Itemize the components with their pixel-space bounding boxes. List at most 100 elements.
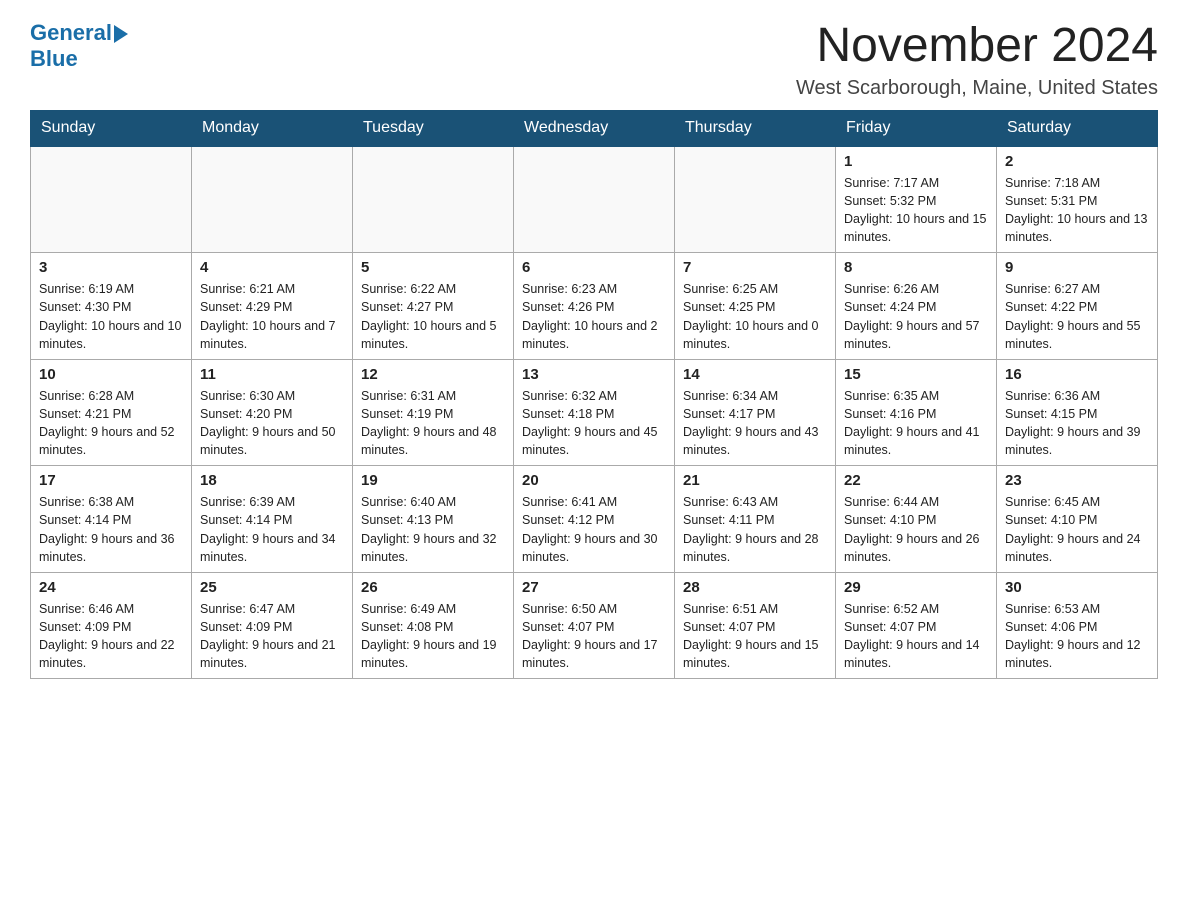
calendar-header-row: SundayMondayTuesdayWednesdayThursdayFrid… <box>31 110 1158 146</box>
page-header: General Blue November 2024 West Scarboro… <box>30 20 1158 100</box>
day-info: Sunrise: 6:35 AM Sunset: 4:16 PM Dayligh… <box>844 387 988 460</box>
day-info: Sunrise: 7:17 AM Sunset: 5:32 PM Dayligh… <box>844 174 988 247</box>
day-number: 20 <box>522 472 666 489</box>
calendar-cell: 25 Sunrise: 6:47 AM Sunset: 4:09 PM Dayli… <box>192 572 353 679</box>
day-number: 10 <box>39 366 183 383</box>
calendar-cell: 2 Sunrise: 7:18 AM Sunset: 5:31 PM Daylig… <box>997 146 1158 253</box>
calendar-cell: 6 Sunrise: 6:23 AM Sunset: 4:26 PM Daylig… <box>514 253 675 360</box>
day-number: 12 <box>361 366 505 383</box>
day-info: Sunrise: 6:38 AM Sunset: 4:14 PM Dayligh… <box>39 493 183 566</box>
day-number: 25 <box>200 579 344 596</box>
day-info: Sunrise: 6:44 AM Sunset: 4:10 PM Dayligh… <box>844 493 988 566</box>
day-info: Sunrise: 6:43 AM Sunset: 4:11 PM Dayligh… <box>683 493 827 566</box>
calendar-cell: 29 Sunrise: 6:52 AM Sunset: 4:07 PM Dayli… <box>836 572 997 679</box>
day-number: 28 <box>683 579 827 596</box>
calendar-cell: 27Sunrise: 6:50 AM Sunset: 4:07 PM Dayli… <box>514 572 675 679</box>
calendar-cell: 12 Sunrise: 6:31 AM Sunset: 4:19 PM Dayli… <box>353 359 514 466</box>
day-info: Sunrise: 6:45 AM Sunset: 4:10 PM Dayligh… <box>1005 493 1149 566</box>
day-number: 16 <box>1005 366 1149 383</box>
calendar-cell: 4Sunrise: 6:21 AM Sunset: 4:29 PM Daylig… <box>192 253 353 360</box>
day-number: 3 <box>39 259 183 276</box>
day-number: 14 <box>683 366 827 383</box>
calendar-cell: 20Sunrise: 6:41 AM Sunset: 4:12 PM Dayli… <box>514 466 675 573</box>
calendar-table: SundayMondayTuesdayWednesdayThursdayFrid… <box>30 110 1158 680</box>
calendar-cell: 7 Sunrise: 6:25 AM Sunset: 4:25 PM Daylig… <box>675 253 836 360</box>
day-number: 5 <box>361 259 505 276</box>
day-number: 8 <box>844 259 988 276</box>
calendar-cell: 30Sunrise: 6:53 AM Sunset: 4:06 PM Dayli… <box>997 572 1158 679</box>
day-number: 17 <box>39 472 183 489</box>
day-info: Sunrise: 6:23 AM Sunset: 4:26 PM Dayligh… <box>522 280 666 353</box>
day-info: Sunrise: 6:27 AM Sunset: 4:22 PM Dayligh… <box>1005 280 1149 353</box>
day-info: Sunrise: 6:47 AM Sunset: 4:09 PM Dayligh… <box>200 600 344 673</box>
logo-blue-text: Blue <box>30 46 78 72</box>
month-title: November 2024 <box>796 20 1158 73</box>
day-number: 2 <box>1005 153 1149 170</box>
day-info: Sunrise: 6:30 AM Sunset: 4:20 PM Dayligh… <box>200 387 344 460</box>
day-info: Sunrise: 6:21 AM Sunset: 4:29 PM Dayligh… <box>200 280 344 353</box>
calendar-col-header: Tuesday <box>353 110 514 146</box>
calendar-cell: 24 Sunrise: 6:46 AM Sunset: 4:09 PM Dayli… <box>31 572 192 679</box>
calendar-col-header: Thursday <box>675 110 836 146</box>
day-info: Sunrise: 6:34 AM Sunset: 4:17 PM Dayligh… <box>683 387 827 460</box>
day-info: Sunrise: 6:19 AM Sunset: 4:30 PM Dayligh… <box>39 280 183 353</box>
calendar-cell: 13 Sunrise: 6:32 AM Sunset: 4:18 PM Dayli… <box>514 359 675 466</box>
day-number: 7 <box>683 259 827 276</box>
calendar-col-header: Wednesday <box>514 110 675 146</box>
day-info: Sunrise: 6:40 AM Sunset: 4:13 PM Dayligh… <box>361 493 505 566</box>
day-number: 18 <box>200 472 344 489</box>
day-number: 1 <box>844 153 988 170</box>
calendar-cell <box>192 146 353 253</box>
calendar-cell: 8Sunrise: 6:26 AM Sunset: 4:24 PM Daylig… <box>836 253 997 360</box>
calendar-col-header: Friday <box>836 110 997 146</box>
day-number: 30 <box>1005 579 1149 596</box>
calendar-cell: 28 Sunrise: 6:51 AM Sunset: 4:07 PM Dayli… <box>675 572 836 679</box>
calendar-cell: 26 Sunrise: 6:49 AM Sunset: 4:08 PM Dayli… <box>353 572 514 679</box>
day-number: 29 <box>844 579 988 596</box>
logo: General Blue <box>30 20 128 72</box>
day-number: 13 <box>522 366 666 383</box>
day-info: Sunrise: 6:52 AM Sunset: 4:07 PM Dayligh… <box>844 600 988 673</box>
calendar-cell: 21 Sunrise: 6:43 AM Sunset: 4:11 PM Dayli… <box>675 466 836 573</box>
calendar-cell: 22 Sunrise: 6:44 AM Sunset: 4:10 PM Dayli… <box>836 466 997 573</box>
day-number: 9 <box>1005 259 1149 276</box>
day-info: Sunrise: 6:51 AM Sunset: 4:07 PM Dayligh… <box>683 600 827 673</box>
logo-general-text: General <box>30 20 112 45</box>
day-info: Sunrise: 6:31 AM Sunset: 4:19 PM Dayligh… <box>361 387 505 460</box>
calendar-week-row: 1 Sunrise: 7:17 AM Sunset: 5:32 PM Daylig… <box>31 146 1158 253</box>
day-info: Sunrise: 6:36 AM Sunset: 4:15 PM Dayligh… <box>1005 387 1149 460</box>
day-info: Sunrise: 6:39 AM Sunset: 4:14 PM Dayligh… <box>200 493 344 566</box>
calendar-cell: 23Sunrise: 6:45 AM Sunset: 4:10 PM Dayli… <box>997 466 1158 573</box>
day-info: Sunrise: 6:28 AM Sunset: 4:21 PM Dayligh… <box>39 387 183 460</box>
calendar-week-row: 10 Sunrise: 6:28 AM Sunset: 4:21 PM Dayli… <box>31 359 1158 466</box>
calendar-cell: 15 Sunrise: 6:35 AM Sunset: 4:16 PM Dayli… <box>836 359 997 466</box>
day-number: 21 <box>683 472 827 489</box>
day-number: 11 <box>200 366 344 383</box>
calendar-cell: 5Sunrise: 6:22 AM Sunset: 4:27 PM Daylig… <box>353 253 514 360</box>
day-info: Sunrise: 6:49 AM Sunset: 4:08 PM Dayligh… <box>361 600 505 673</box>
day-number: 15 <box>844 366 988 383</box>
day-info: Sunrise: 6:32 AM Sunset: 4:18 PM Dayligh… <box>522 387 666 460</box>
day-number: 24 <box>39 579 183 596</box>
day-number: 26 <box>361 579 505 596</box>
day-info: Sunrise: 7:18 AM Sunset: 5:31 PM Dayligh… <box>1005 174 1149 247</box>
day-number: 27 <box>522 579 666 596</box>
day-info: Sunrise: 6:46 AM Sunset: 4:09 PM Dayligh… <box>39 600 183 673</box>
day-number: 6 <box>522 259 666 276</box>
calendar-cell: 9 Sunrise: 6:27 AM Sunset: 4:22 PM Daylig… <box>997 253 1158 360</box>
calendar-cell: 18 Sunrise: 6:39 AM Sunset: 4:14 PM Dayli… <box>192 466 353 573</box>
calendar-cell: 16 Sunrise: 6:36 AM Sunset: 4:15 PM Dayli… <box>997 359 1158 466</box>
calendar-week-row: 24 Sunrise: 6:46 AM Sunset: 4:09 PM Dayli… <box>31 572 1158 679</box>
location-title: West Scarborough, Maine, United States <box>796 77 1158 100</box>
day-info: Sunrise: 6:25 AM Sunset: 4:25 PM Dayligh… <box>683 280 827 353</box>
calendar-cell <box>353 146 514 253</box>
day-number: 19 <box>361 472 505 489</box>
calendar-cell <box>31 146 192 253</box>
calendar-cell: 1 Sunrise: 7:17 AM Sunset: 5:32 PM Daylig… <box>836 146 997 253</box>
calendar-week-row: 17 Sunrise: 6:38 AM Sunset: 4:14 PM Dayli… <box>31 466 1158 573</box>
calendar-cell: 17 Sunrise: 6:38 AM Sunset: 4:14 PM Dayli… <box>31 466 192 573</box>
calendar-col-header: Monday <box>192 110 353 146</box>
day-number: 22 <box>844 472 988 489</box>
calendar-cell: 3 Sunrise: 6:19 AM Sunset: 4:30 PM Daylig… <box>31 253 192 360</box>
calendar-cell: 14 Sunrise: 6:34 AM Sunset: 4:17 PM Dayli… <box>675 359 836 466</box>
